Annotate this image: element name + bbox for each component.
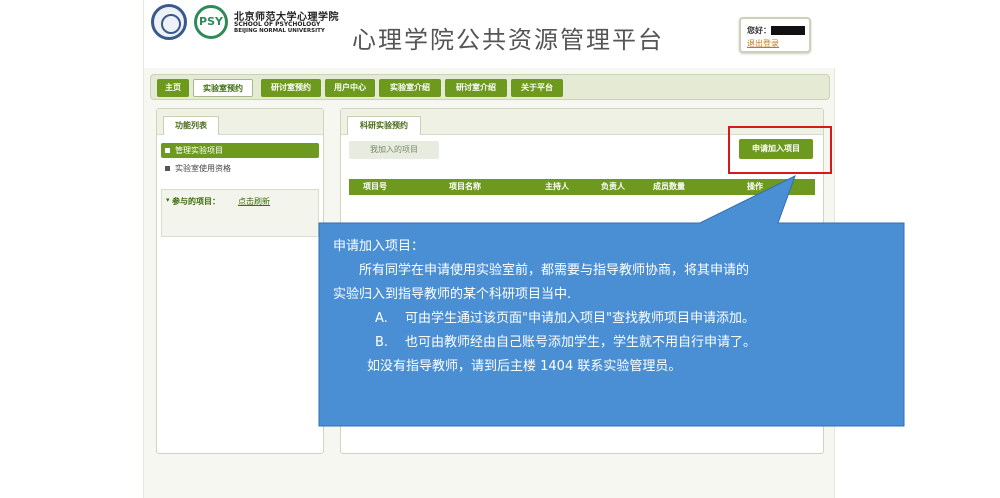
callout-item-text: 可由学生通过该页面"申请加入项目"查找教师项目申请添加。 xyxy=(405,311,755,326)
function-list-title: 功能列表 xyxy=(163,116,219,135)
column-header: 项目号 xyxy=(363,182,387,191)
tab-seminar-booking[interactable]: 研讨室预约 xyxy=(261,79,321,97)
main-nav: 主页 实验室预约 研讨室预约 用户中心 实验室介绍 研讨室介绍 关于平台 xyxy=(150,74,830,100)
page-title: 心理学院公共资源管理平台 xyxy=(352,26,664,54)
column-header: 主持人 xyxy=(545,182,569,191)
callout-heading: 申请加入项目： xyxy=(333,239,425,254)
greeting-text: 您好： xyxy=(747,26,771,35)
column-header: 成员数量 xyxy=(653,182,685,191)
site-header: PSY 北京师范大学心理学院 SCHOOL OF PSYCHOLOGY BEIJ… xyxy=(144,0,836,68)
chevron-down-icon: ▾ xyxy=(166,196,170,204)
university-name-en-2: BEIJING NORMAL UNIVERSITY xyxy=(234,28,325,34)
callout-text: 所有同学在申请使用实验室前，都需要与指导教师协商，将其申请的 xyxy=(359,263,750,278)
tab-about[interactable]: 关于平台 xyxy=(511,79,563,97)
menu-item-label: 管理实验项目 xyxy=(175,146,223,155)
instruction-callout: 申请加入项目： 所有同学在申请使用实验室前，都需要与指导教师协商，将其申请的 实… xyxy=(319,223,904,426)
tab-seminar-intro[interactable]: 研讨室介绍 xyxy=(445,79,507,97)
callout-item-a: A. 可由学生通过该页面"申请加入项目"查找教师项目申请添加。 xyxy=(333,307,890,331)
column-header: 项目名称 xyxy=(449,182,481,191)
menu-item-label: 实验室使用资格 xyxy=(175,164,231,173)
panel-header: 功能列表 xyxy=(157,109,323,135)
tab-user-center[interactable]: 用户中心 xyxy=(325,79,375,97)
projects-table-header: 项目号 项目名称 主持人 负责人 成员数量 操作 xyxy=(349,179,815,195)
tab-home[interactable]: 主页 xyxy=(157,79,189,97)
function-list-panel: 功能列表 管理实验项目 实验室使用资格 ▾ 参与的项目： 点击刷新 xyxy=(156,108,324,454)
menu-item-manage-projects[interactable]: 管理实验项目 xyxy=(161,143,319,158)
callout-item-text: 也可由教师经由自己账号添加学生，学生就不用自行申请了。 xyxy=(405,335,757,350)
psy-logo-icon: PSY xyxy=(194,5,228,39)
logout-link[interactable]: 退出登录 xyxy=(747,38,779,49)
column-header: 操作 xyxy=(747,182,763,191)
user-box: 您好： 退出登录 xyxy=(739,17,811,53)
refresh-link[interactable]: 点击刷新 xyxy=(238,196,270,207)
callout-text: 实验归入到指导教师的某个科研项目当中. xyxy=(333,287,572,302)
callout-note: 如没有指导教师，请到后主楼 1404 联系实验管理员。 xyxy=(367,359,682,374)
column-header: 负责人 xyxy=(601,182,625,191)
tab-lab-booking[interactable]: 实验室预约 xyxy=(193,79,253,97)
joined-projects-label: 参与的项目： xyxy=(172,197,220,206)
university-seal-icon xyxy=(151,4,187,40)
callout-item-b: B. 也可由教师经由自己账号添加学生，学生就不用自行申请了。 xyxy=(333,331,890,355)
tab-my-projects[interactable]: 我加入的项目 xyxy=(349,141,439,159)
menu-item-lab-qualification[interactable]: 实验室使用资格 xyxy=(161,161,319,176)
joined-projects-box: ▾ 参与的项目： 点击刷新 xyxy=(161,189,319,237)
item-marker: B. xyxy=(375,335,389,350)
research-booking-title: 科研实验预约 xyxy=(347,116,421,135)
item-marker: A. xyxy=(375,311,388,326)
university-name-en-1: SCHOOL OF PSYCHOLOGY xyxy=(234,21,321,28)
tab-lab-intro[interactable]: 实验室介绍 xyxy=(379,79,441,97)
redacted-username xyxy=(771,26,805,35)
bullet-icon xyxy=(165,148,170,153)
highlight-box xyxy=(728,126,832,174)
bullet-icon xyxy=(165,166,170,171)
